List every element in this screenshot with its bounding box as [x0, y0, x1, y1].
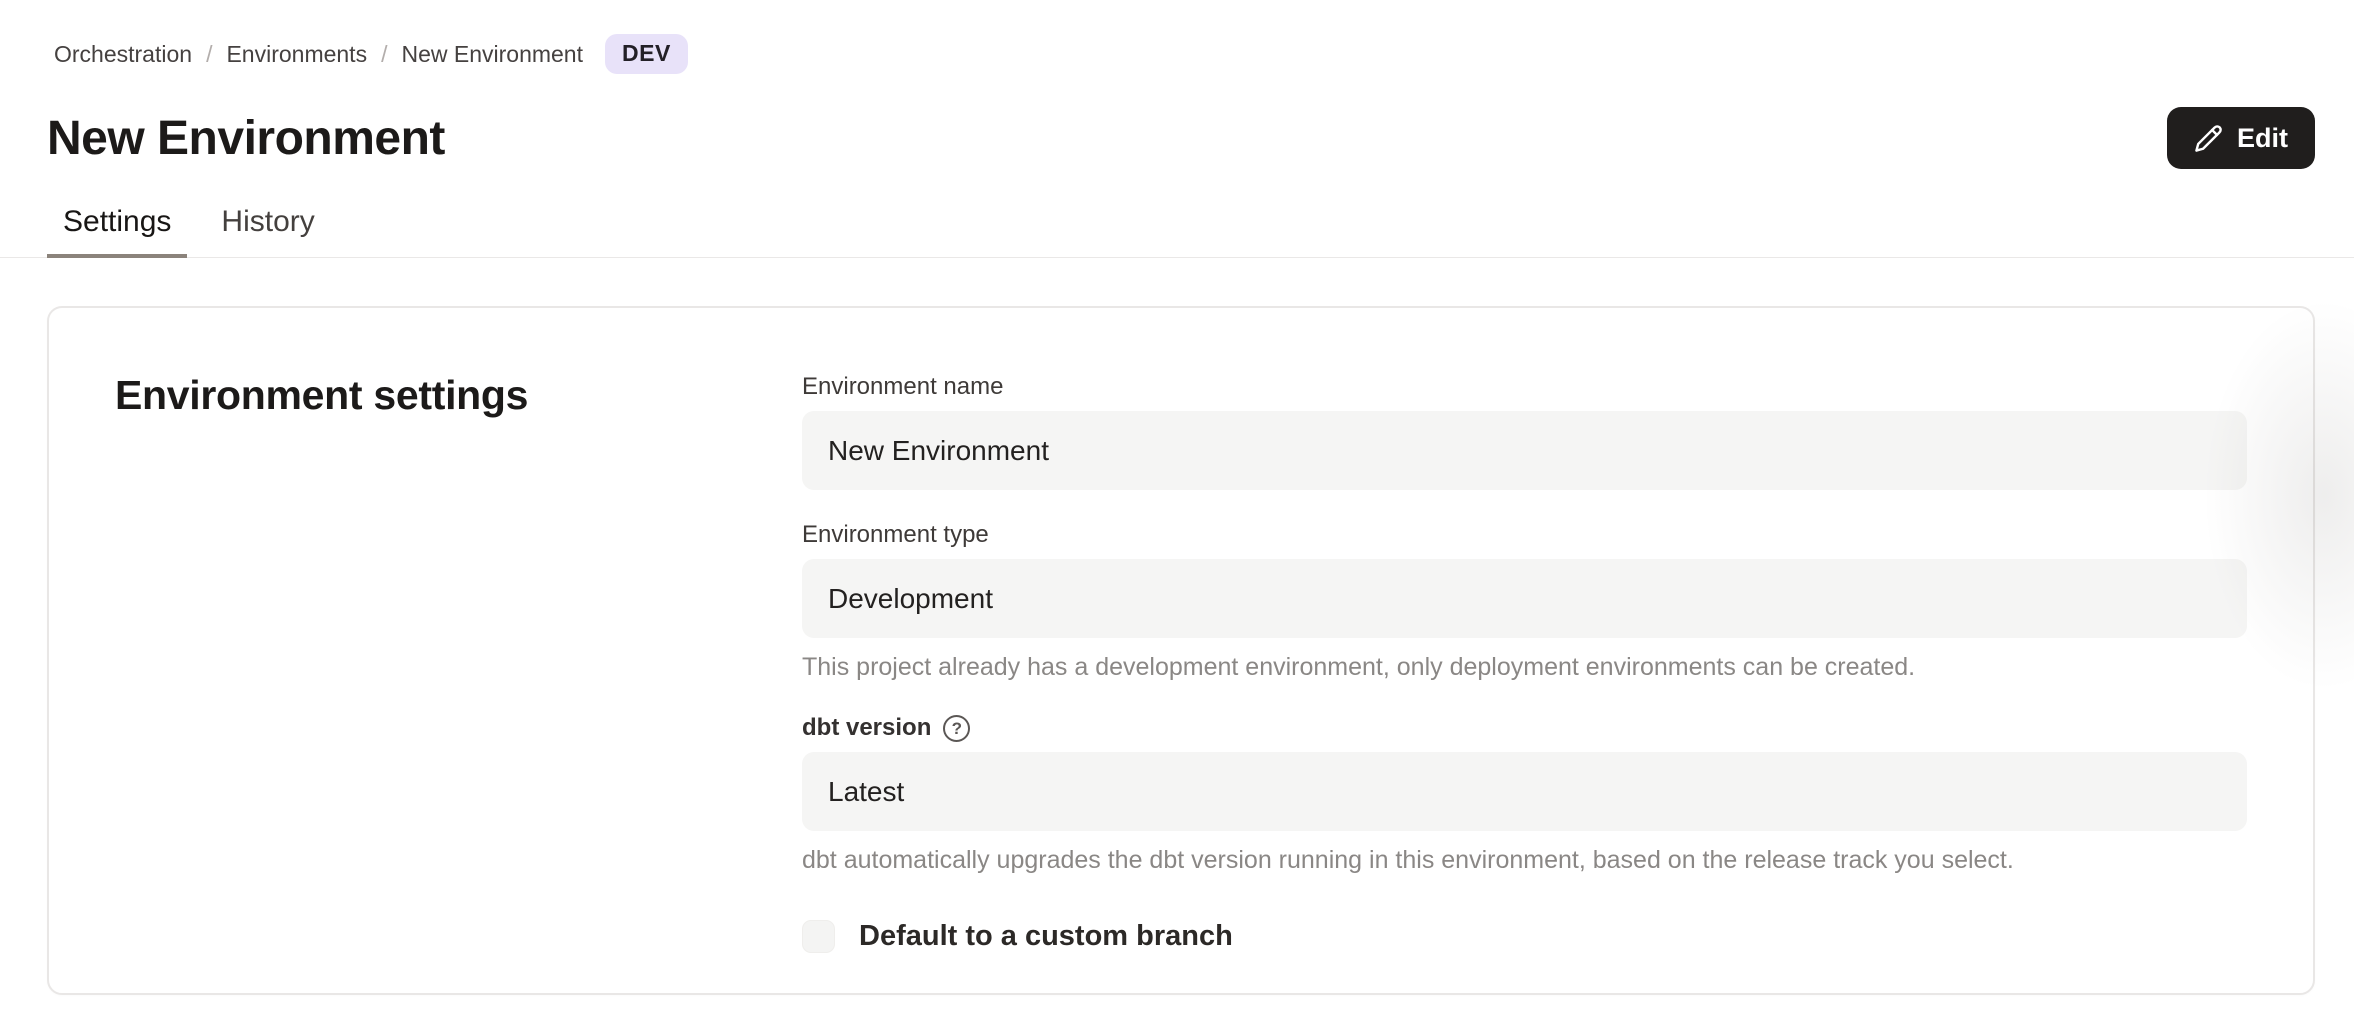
edit-button[interactable]: Edit: [2167, 107, 2315, 169]
environment-dev-badge: DEV: [605, 34, 688, 73]
breadcrumb-item-new-environment: New Environment: [401, 41, 583, 68]
environment-type-select[interactable]: Development: [802, 559, 2247, 638]
card-left-column: Environment settings: [115, 372, 802, 953]
field-environment-type: Environment type Development This projec…: [802, 520, 2247, 683]
environment-name-label: Environment name: [802, 372, 1003, 402]
tab-settings[interactable]: Settings: [47, 205, 187, 258]
dbt-version-select[interactable]: Latest: [802, 752, 2247, 831]
field-dbt-version: dbt version ? Latest dbt automatically u…: [802, 713, 2247, 876]
page: Orchestration / Environments / New Envir…: [0, 0, 2354, 1020]
environment-type-label: Environment type: [802, 520, 989, 550]
help-icon[interactable]: ?: [943, 715, 970, 742]
field-environment-name: Environment name New Environment: [802, 372, 2247, 490]
breadcrumb-item-orchestration[interactable]: Orchestration: [54, 41, 192, 68]
environment-settings-card: Environment settings Environment name Ne…: [47, 306, 2315, 995]
custom-branch-row: Default to a custom branch: [802, 920, 2247, 953]
environment-name-value: New Environment: [828, 435, 1049, 467]
tab-history[interactable]: History: [205, 205, 330, 258]
card-form-column: Environment name New Environment Environ…: [802, 372, 2247, 953]
edit-button-label: Edit: [2237, 123, 2288, 154]
environment-type-value: Development: [828, 583, 993, 615]
pencil-icon: [2194, 124, 2223, 153]
title-row: New Environment Edit: [47, 103, 2315, 173]
breadcrumb: Orchestration / Environments / New Envir…: [47, 33, 2315, 75]
dbt-version-helper-text: dbt automatically upgrades the dbt versi…: [802, 844, 2247, 876]
environment-type-helper-text: This project already has a development e…: [802, 651, 2247, 683]
dbt-version-label: dbt version: [802, 713, 931, 743]
dbt-version-value: Latest: [828, 776, 904, 808]
custom-branch-checkbox[interactable]: [802, 920, 835, 953]
breadcrumb-separator: /: [381, 41, 387, 68]
breadcrumb-item-environments[interactable]: Environments: [226, 41, 367, 68]
custom-branch-checkbox-label[interactable]: Default to a custom branch: [859, 920, 1233, 953]
breadcrumb-separator: /: [206, 41, 212, 68]
environment-name-input[interactable]: New Environment: [802, 411, 2247, 490]
tab-bar: Settings History: [0, 205, 2354, 258]
page-title: New Environment: [47, 111, 445, 166]
section-heading: Environment settings: [115, 372, 802, 419]
